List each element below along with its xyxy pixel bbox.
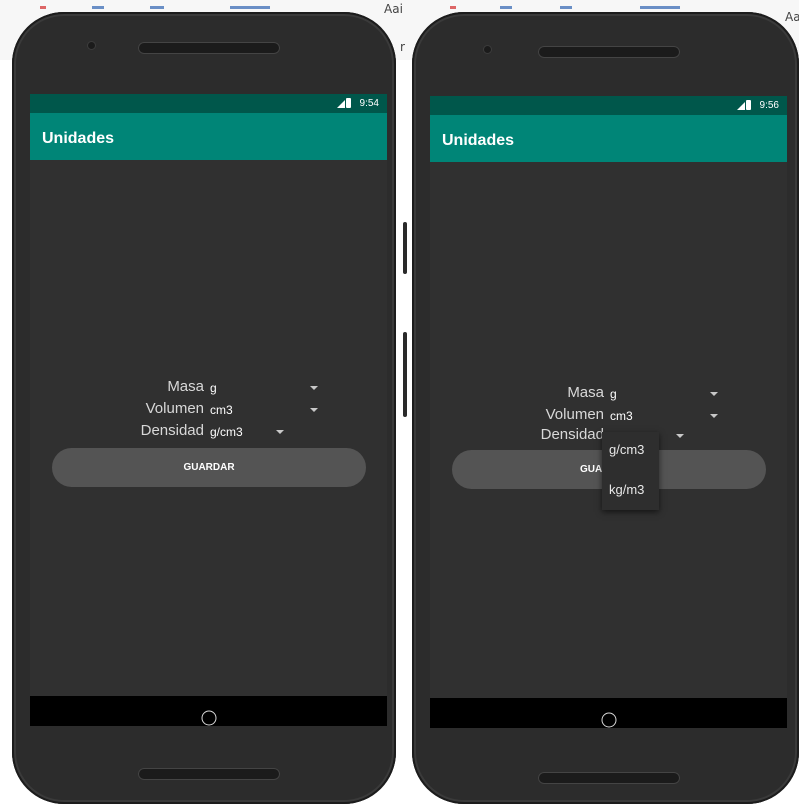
home-button-icon[interactable] xyxy=(601,712,616,727)
home-button-icon[interactable] xyxy=(201,710,216,725)
masa-spinner[interactable]: g xyxy=(610,387,617,401)
toolbar-mark xyxy=(40,6,46,9)
toolbar-mark xyxy=(640,6,680,9)
navigation-bar xyxy=(430,698,787,728)
volumen-label: Volumen xyxy=(545,406,604,423)
front-camera xyxy=(88,42,95,49)
app-bar: Unidades xyxy=(30,113,387,160)
chevron-down-icon[interactable] xyxy=(276,430,284,434)
chevron-down-icon[interactable] xyxy=(710,392,718,396)
toolbar-mark xyxy=(150,6,164,9)
masa-row: Masa g xyxy=(430,384,787,406)
front-camera xyxy=(484,46,491,53)
masa-label: Masa xyxy=(167,378,204,395)
densidad-label: Densidad xyxy=(540,426,604,443)
toolbar-fragment: Aa xyxy=(785,10,799,24)
battery-icon xyxy=(746,100,751,110)
volumen-spinner[interactable]: cm3 xyxy=(210,403,233,417)
densidad-row: Densidad g/cm3 xyxy=(30,422,387,444)
masa-row: Masa g xyxy=(30,378,387,400)
toolbar-mark xyxy=(500,6,512,9)
signal-icon xyxy=(337,100,345,108)
toolbar-mark xyxy=(450,6,456,9)
phone-frame-right: 9:56 Unidades Masa g Volumen cm3 Densida… xyxy=(412,12,799,804)
status-bar: 9:56 xyxy=(430,96,787,115)
status-time: 9:54 xyxy=(359,98,379,109)
volumen-row: Volumen cm3 xyxy=(430,406,787,428)
volumen-spinner[interactable]: cm3 xyxy=(610,409,633,423)
chevron-down-icon[interactable] xyxy=(310,386,318,390)
masa-spinner[interactable]: g xyxy=(210,381,217,395)
toolbar-fragment: Aai xyxy=(384,2,403,16)
top-speaker xyxy=(138,42,280,54)
toolbar-fragment: r xyxy=(400,40,405,54)
save-button-label: GUA xyxy=(580,464,603,475)
dropdown-option[interactable]: kg/m3 xyxy=(609,482,644,497)
chevron-down-icon[interactable] xyxy=(310,408,318,412)
phone-screen: 9:54 Unidades Masa g Volumen cm3 Densida… xyxy=(30,94,387,726)
status-bar: 9:54 xyxy=(30,94,387,113)
volumen-row: Volumen cm3 xyxy=(30,400,387,422)
app-title: Unidades xyxy=(42,130,115,147)
bottom-speaker xyxy=(538,772,680,784)
navigation-bar xyxy=(30,696,387,726)
chevron-down-icon[interactable] xyxy=(676,434,684,438)
densidad-spinner[interactable]: g/cm3 xyxy=(210,425,243,439)
chevron-down-icon[interactable] xyxy=(710,414,718,418)
signal-icon xyxy=(737,102,745,110)
phone-frame-left: 9:54 Unidades Masa g Volumen cm3 Densida… xyxy=(12,12,407,804)
densidad-label: Densidad xyxy=(140,422,204,439)
phone-screen: 9:56 Unidades Masa g Volumen cm3 Densida… xyxy=(430,96,787,728)
dropdown-option[interactable]: g/cm3 xyxy=(609,442,644,457)
save-button[interactable]: GUARDAR xyxy=(52,448,366,487)
masa-label: Masa xyxy=(567,384,604,401)
top-speaker xyxy=(538,46,680,58)
power-button xyxy=(403,332,407,417)
toolbar-mark xyxy=(230,6,270,9)
battery-icon xyxy=(346,98,351,108)
status-time: 9:56 xyxy=(759,100,779,111)
app-bar: Unidades xyxy=(430,115,787,162)
densidad-dropdown-menu: g/cm3 kg/m3 xyxy=(602,432,659,510)
volumen-label: Volumen xyxy=(145,400,204,417)
toolbar-mark xyxy=(92,6,104,9)
toolbar-mark xyxy=(560,6,572,9)
app-title: Unidades xyxy=(442,132,515,149)
bottom-speaker xyxy=(138,768,280,780)
volume-button xyxy=(403,222,407,274)
